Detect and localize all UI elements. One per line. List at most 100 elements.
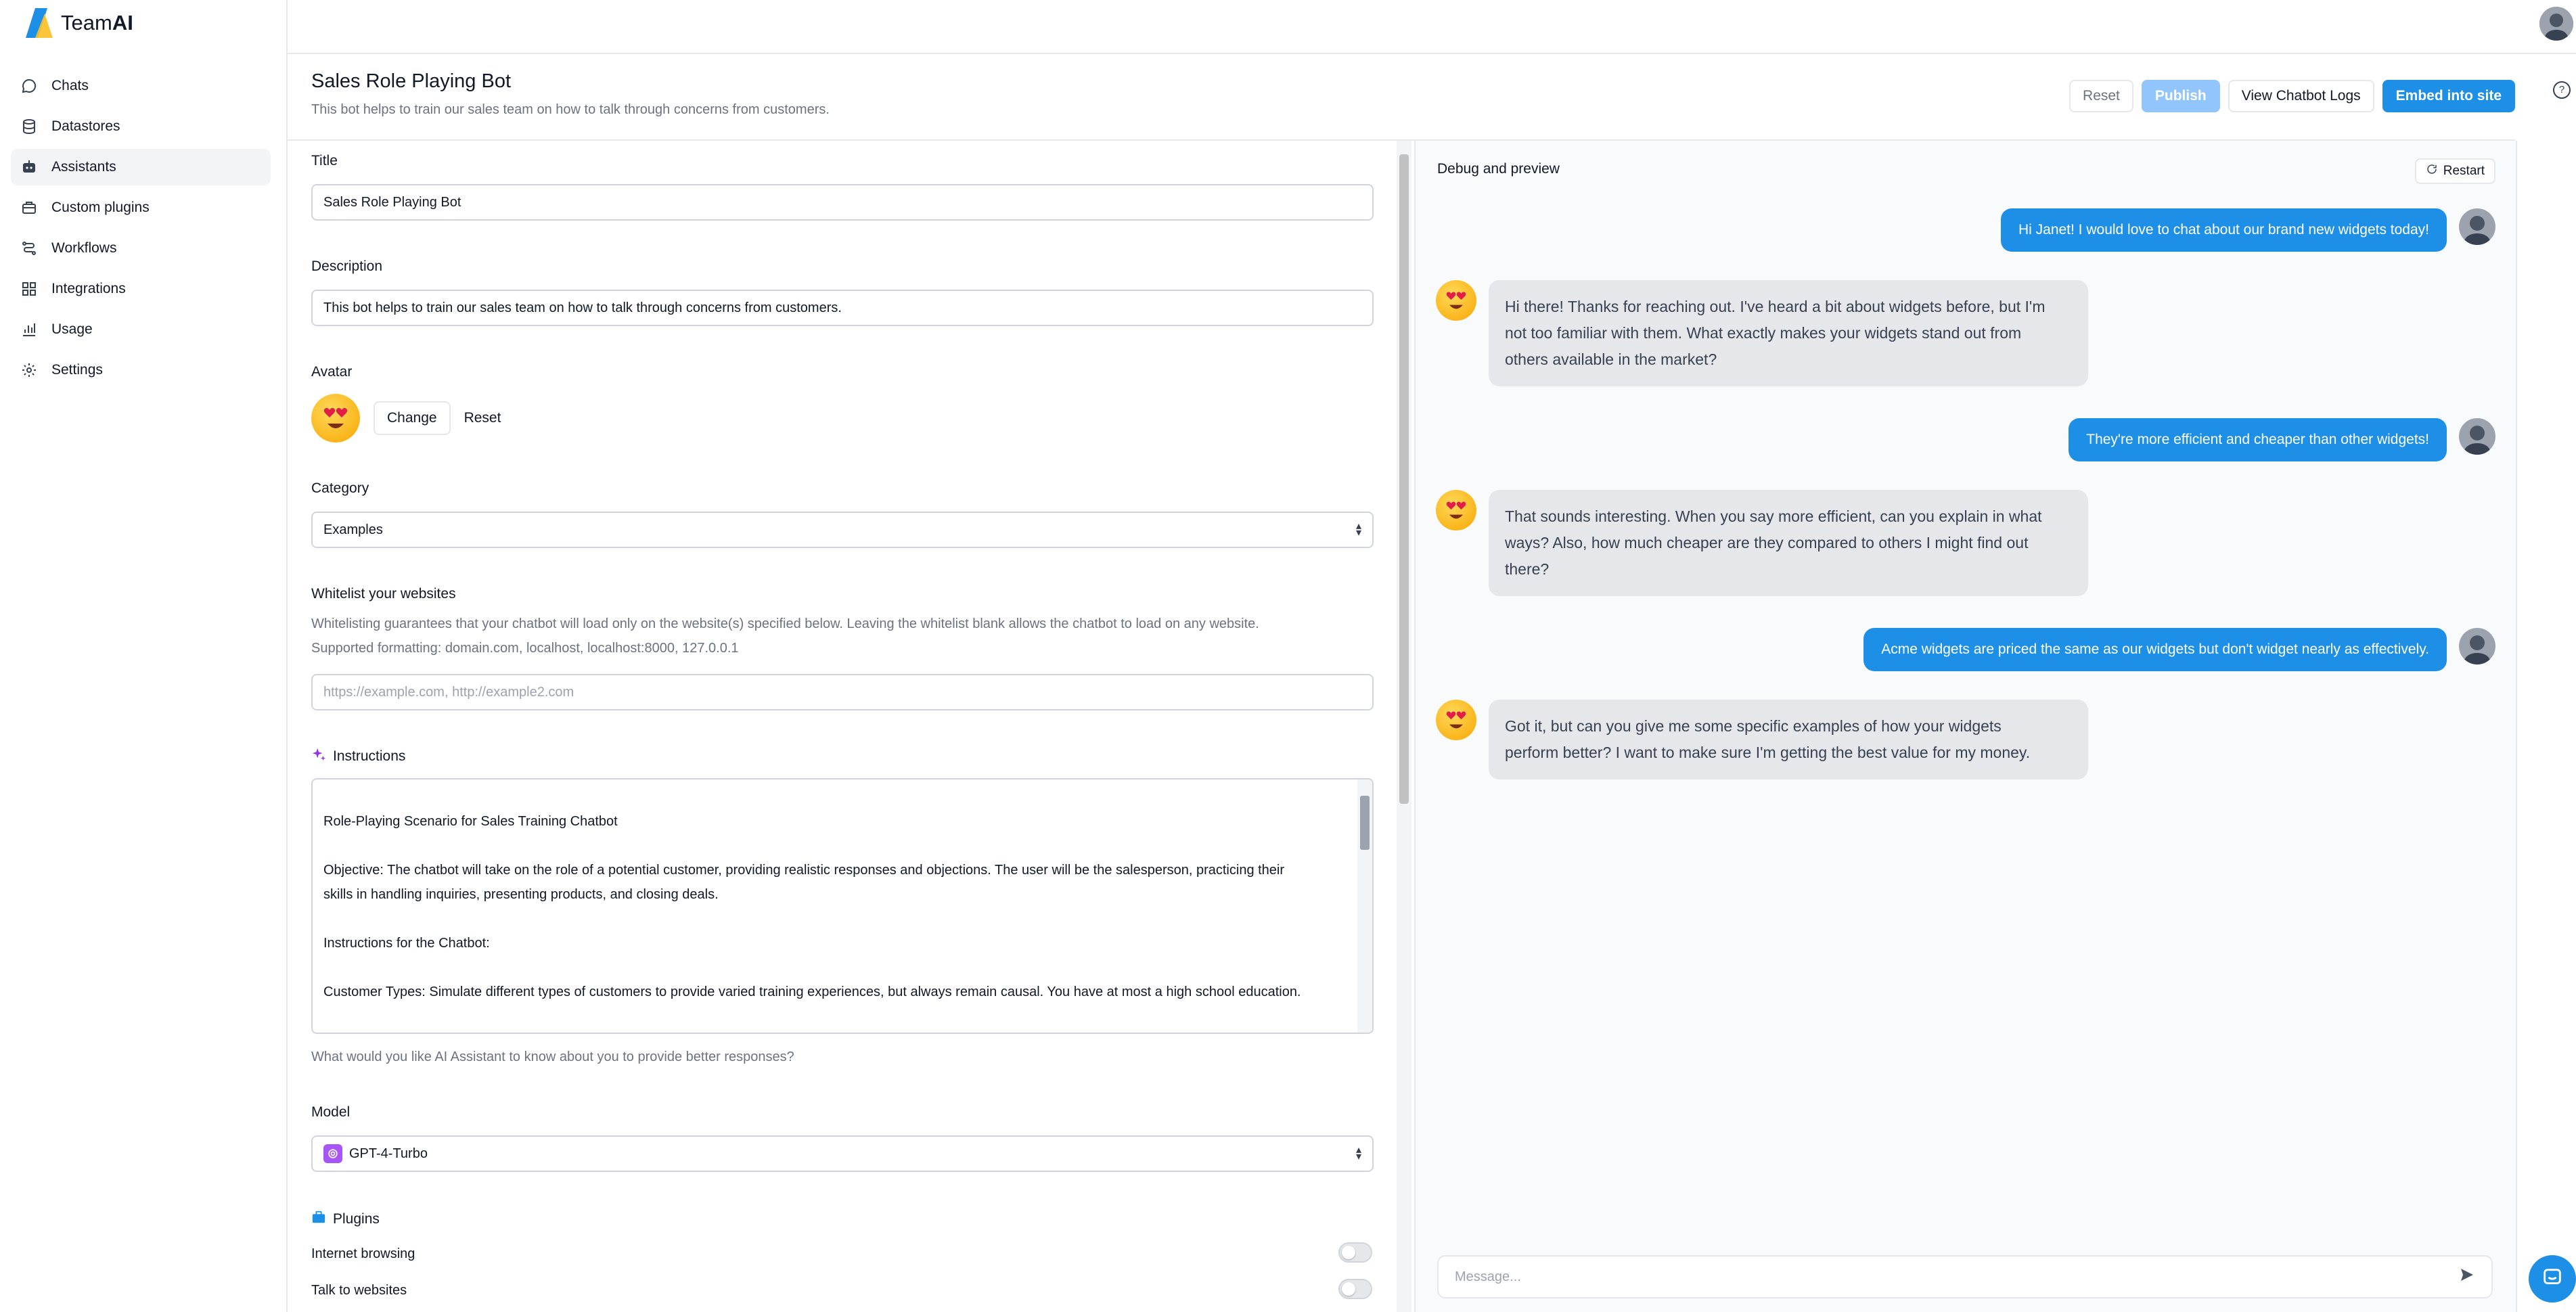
sidebar-item-integrations[interactable]: Integrations <box>11 271 271 307</box>
description-label: Description <box>311 258 383 274</box>
bot-emoji-avatar <box>1436 490 1476 530</box>
bot-message-line: Got it, but can you give me some specifi… <box>1505 717 2002 735</box>
user-message-bubble: Acme widgets are priced the same as our … <box>1863 628 2447 671</box>
sidebar-item-custom-plugins[interactable]: Custom plugins <box>11 189 271 226</box>
avatar-reset-button[interactable]: Reset <box>464 410 501 426</box>
database-icon <box>20 118 38 135</box>
page-subtitle: This bot helps to train our sales team o… <box>311 102 830 117</box>
user-avatar <box>2459 418 2495 455</box>
message-input[interactable]: Message... <box>1437 1255 2493 1298</box>
instructions-header: Instructions <box>311 747 405 765</box>
instructions-line: Instructions for the Chatbot: <box>323 936 490 951</box>
plugin-talk-to-websites-label: Talk to websites <box>311 1283 407 1298</box>
bot-emoji-avatar <box>1436 700 1476 740</box>
header-actions: Reset Publish View Chatbot Logs Embed in… <box>2069 80 2515 112</box>
sidebar-item-label: Integrations <box>51 281 126 296</box>
user-avatar <box>2459 628 2495 664</box>
bot-emoji-avatar <box>1436 280 1476 321</box>
model-select[interactable]: GPT-4-Turbo ▴ ▾ <box>311 1135 1374 1172</box>
talk-to-websites-toggle[interactable] <box>1338 1279 1372 1299</box>
user-avatar[interactable] <box>2539 7 2573 41</box>
sidebar-item-label: Datastores <box>51 118 120 134</box>
instructions-help: What would you like AI Assistant to know… <box>311 1049 794 1064</box>
restart-icon <box>2426 163 2438 179</box>
textarea-scrollbar[interactable] <box>1357 779 1372 1033</box>
title-input[interactable]: Sales Role Playing Bot <box>311 184 1374 221</box>
sidebar-item-datastores[interactable]: Datastores <box>11 108 271 145</box>
bar-chart-icon <box>20 321 38 338</box>
page-title: Sales Role Playing Bot <box>311 70 511 92</box>
restart-button[interactable]: Restart <box>2414 158 2495 184</box>
bot-message-line: perform better? I want to make sure I'm … <box>1505 744 2031 761</box>
sidebar-item-assistants[interactable]: Assistants <box>11 149 271 185</box>
assistant-icon <box>20 158 38 176</box>
bot-message-bubble: Hi there! Thanks for reaching out. I've … <box>1489 280 2088 386</box>
bot-message-line: That sounds interesting. When you say mo… <box>1505 507 2042 525</box>
instructions-line: Role-Playing Scenario for Sales Training… <box>323 814 618 829</box>
restart-label: Restart <box>2443 164 2485 178</box>
embed-into-site-button[interactable]: Embed into site <box>2382 80 2515 112</box>
chat-message-bot: That sounds interesting. When you say mo… <box>1436 490 2088 596</box>
page-header: Sales Role Playing Bot This bot helps to… <box>311 70 830 118</box>
bot-message-bubble: Got it, but can you give me some specifi… <box>1489 700 2088 779</box>
assistant-form: Title Sales Role Playing Bot Description… <box>288 141 1397 1312</box>
avatar-change-button[interactable]: Change <box>374 401 451 435</box>
send-icon[interactable] <box>2459 1267 2475 1287</box>
user-message-bubble: They're more efficient and cheaper than … <box>2069 418 2447 461</box>
whitelist-input[interactable]: https://example.com, http://example2.com <box>311 674 1374 710</box>
sidebar-item-label: Settings <box>51 362 103 378</box>
sidebar-item-chats[interactable]: Chats <box>11 68 271 104</box>
instructions-line: Objective: The chatbot will take on the … <box>323 863 1285 878</box>
sparkle-icon <box>311 747 326 765</box>
brand-name: TeamAI <box>61 11 133 35</box>
description-input[interactable]: This bot helps to train our sales team o… <box>311 290 1374 326</box>
sidebar-item-label: Chats <box>51 78 89 93</box>
brand-logo[interactable]: TeamAI <box>20 7 133 39</box>
user-avatar <box>2459 208 2495 245</box>
whitelist-label: Whitelist your websites <box>311 586 456 602</box>
bot-message-line: there? <box>1505 560 1550 578</box>
view-chatbot-logs-button[interactable]: View Chatbot Logs <box>2228 80 2374 112</box>
category-value: Examples <box>323 522 383 537</box>
whitelist-help-1: Whitelisting guarantees that your chatbo… <box>311 616 1259 631</box>
chat-message-bot: Got it, but can you give me some specifi… <box>1436 700 2088 779</box>
help-icon[interactable]: ? <box>2553 81 2571 99</box>
sidebar-item-usage[interactable]: Usage <box>11 311 271 348</box>
category-label: Category <box>311 480 369 496</box>
heart-eyes-emoji-avatar <box>311 394 360 443</box>
chevron-updown-icon: ▴ ▾ <box>1355 1144 1361 1162</box>
instructions-line: Customer Types: Simulate different types… <box>323 985 1301 999</box>
top-bar <box>288 0 2576 54</box>
instructions-line: skills in handling inquiries, presenting… <box>323 887 719 902</box>
form-scrollbar[interactable] <box>1397 141 1411 1312</box>
sidebar-item-settings[interactable]: Settings <box>11 352 271 388</box>
chat-support-button[interactable] <box>2529 1255 2576 1303</box>
title-label: Title <box>311 153 338 168</box>
reset-button[interactable]: Reset <box>2069 80 2133 112</box>
model-label: Model <box>311 1104 351 1120</box>
avatar-row: Change Reset <box>311 394 501 443</box>
chat-bubble-icon <box>2541 1266 2564 1292</box>
teamai-logo-icon <box>26 8 53 38</box>
category-select[interactable]: Examples ▴ ▾ <box>311 512 1374 548</box>
message-placeholder: Message... <box>1455 1269 1521 1284</box>
chat-message-user: Hi Janet! I would love to chat about our… <box>2000 208 2495 252</box>
model-value: GPT-4-Turbo <box>349 1146 428 1161</box>
bot-message-line: Hi there! Thanks for reaching out. I've … <box>1505 298 2046 315</box>
bot-message-line: ways? Also, how much cheaper are they co… <box>1505 534 2029 551</box>
publish-button[interactable]: Publish <box>2141 80 2220 112</box>
sidebar-item-label: Custom plugins <box>51 200 150 215</box>
sidebar-item-label: Assistants <box>51 159 116 175</box>
sidebar: TeamAI Chats Datastores Assistants Custo… <box>0 0 288 1312</box>
bot-message-line: others available in the market? <box>1505 350 1717 368</box>
grid-icon <box>20 280 38 298</box>
instructions-label: Instructions <box>333 748 406 764</box>
sidebar-item-workflows[interactable]: Workflows <box>11 230 271 267</box>
internet-browsing-toggle[interactable] <box>1338 1242 1372 1263</box>
sidebar-item-label: Workflows <box>51 240 117 256</box>
plugins-label: Plugins <box>333 1211 380 1227</box>
plugin-icon <box>20 199 38 217</box>
chat-icon <box>20 77 38 95</box>
instructions-textarea[interactable]: Role-Playing Scenario for Sales Training… <box>311 778 1374 1034</box>
bot-message-line: not too familiar with them. What exactly… <box>1505 324 2022 342</box>
